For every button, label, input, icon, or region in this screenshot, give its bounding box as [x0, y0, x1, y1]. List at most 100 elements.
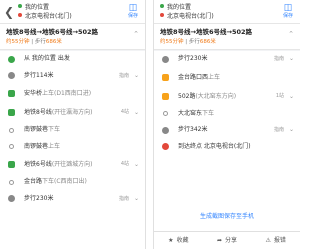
- route-summary[interactable]: 地铁8号线→地铁6号线→502路 约55分钟 | 步行686米 ⌃: [0, 24, 145, 50]
- step-subtext: (开往瀛海方向): [51, 109, 93, 116]
- route-to: 北京电视台(北门): [167, 13, 214, 20]
- step-tag: 指南: [118, 72, 129, 79]
- report-button[interactable]: ⚠ 报错: [251, 232, 300, 249]
- step-list: 从 我的位置 出发 步行114米 指南 ⌄ 安华桥上车(D1西南口进) 地铁8号线(开往瀛…: [0, 51, 145, 249]
- step-text: 大北窑东: [178, 109, 203, 117]
- step-text: 金台路口西: [178, 73, 209, 81]
- step-subtext: 上车: [208, 73, 221, 81]
- step-text: 步行230米: [178, 55, 208, 62]
- walk-node-icon: [162, 126, 169, 134]
- route-step: 大北窑东下车: [154, 106, 300, 123]
- start-dot-icon: [160, 4, 164, 8]
- step-tag: 4站: [120, 161, 129, 167]
- route-from: 我的位置: [25, 4, 50, 11]
- step-text: 地铁6号线: [24, 161, 52, 168]
- expand-arrow-icon[interactable]: ⌃: [288, 30, 294, 38]
- chevron-down-icon[interactable]: ⌄: [134, 155, 139, 174]
- start-dot-icon: [18, 4, 22, 8]
- route-step[interactable]: 步行114米 指南 ⌄: [0, 68, 145, 85]
- chevron-down-icon[interactable]: ⌄: [289, 87, 294, 106]
- route-step[interactable]: 地铁8号线(开往瀛海方向) 4站 ⌄: [0, 103, 145, 122]
- route-step: 到达终点 北京电视台(北门): [154, 139, 300, 156]
- end-node-icon: [162, 143, 169, 151]
- step-subtext: 上车(D1西南口进): [42, 90, 92, 97]
- route-meta: 约55分钟 | 步行686米: [6, 39, 62, 45]
- route-step: 金台路口西上车: [154, 68, 300, 87]
- step-text: 南锣鼓巷: [24, 126, 49, 133]
- route-step: 金台路下车(C西南口出): [0, 174, 145, 191]
- expand-arrow-icon[interactable]: ⌃: [133, 30, 139, 38]
- step-subtext: 下车(C西南口出): [42, 178, 87, 185]
- share-button[interactable]: ➦ 分享: [203, 232, 252, 249]
- route-title: 地铁8号线→地铁6号线→502路: [160, 28, 253, 36]
- subway-node-icon: [8, 161, 15, 168]
- chevron-down-icon[interactable]: ⌄: [289, 122, 294, 139]
- route-step[interactable]: 502路(大北窑东方向) 1站 ⌄: [154, 87, 300, 106]
- route-meta: 约55分钟 | 步行686米: [160, 39, 216, 45]
- route-panel-right: ❮ 我的位置 北京电视台(北门) ◫ 保存 地铁8号线→地铁6号线→502路 约…: [153, 0, 300, 249]
- route-endpoints: 我的位置 北京电视台(北门): [18, 3, 72, 21]
- step-text: 从 我的位置 出发: [24, 55, 70, 62]
- route-summary[interactable]: 地铁8号线→地铁6号线→502路 约55分钟 | 步行686米 ⌃: [154, 24, 300, 50]
- step-text: 步行342米: [178, 126, 208, 133]
- route-step[interactable]: 步行342米 指南 ⌄: [154, 122, 300, 139]
- route-step: 从 我的位置 出发: [0, 51, 145, 68]
- save-button[interactable]: ◫ 保存: [280, 3, 296, 20]
- step-text: 步行230米: [24, 194, 54, 202]
- stop-node-icon: [9, 144, 14, 150]
- chevron-down-icon[interactable]: ⌄: [134, 103, 139, 122]
- route-step[interactable]: 步行230米 指南 ⌄: [0, 191, 145, 208]
- save-icon: ◫: [283, 3, 293, 13]
- bottom-bar: ★ 收藏 ➦ 分享 ⚠ 报错: [154, 231, 300, 249]
- chevron-down-icon[interactable]: ⌄: [289, 51, 294, 68]
- route-step: 南锣鼓巷上车: [0, 139, 145, 156]
- save-icon: ◫: [128, 3, 138, 13]
- start-node-icon: [8, 55, 15, 63]
- chevron-down-icon[interactable]: ⌄: [134, 68, 139, 85]
- bus-node-icon: [162, 92, 169, 100]
- step-tag: 4站: [120, 109, 129, 115]
- step-text: 金台路: [24, 178, 43, 185]
- subway-node-icon: [8, 109, 15, 116]
- route-step: 安华桥上车(D1西南口进): [0, 84, 145, 103]
- step-tag: 指南: [273, 127, 284, 133]
- step-text: 南锣鼓巷: [24, 142, 49, 150]
- generate-screenshot-button[interactable]: 生成截图保存至手机: [154, 210, 300, 224]
- route-endpoints: 我的位置 北京电视台(北门): [160, 3, 214, 21]
- step-subtext: (开往潞城方向): [51, 161, 93, 168]
- route-header: ❮ 我的位置 北京电视台(北门) ◫ 保存: [0, 0, 145, 24]
- step-subtext: (大北窑东方向): [195, 92, 237, 100]
- walk-node-icon: [8, 72, 15, 80]
- route-to: 北京电视台(北门): [25, 13, 72, 20]
- collect-button[interactable]: ★ 收藏: [154, 232, 203, 249]
- route-step[interactable]: 地铁6号线(开往潞城方向) 4站 ⌄: [0, 155, 145, 174]
- chevron-down-icon[interactable]: ⌄: [134, 191, 139, 208]
- step-tag: 1站: [275, 92, 284, 99]
- star-icon: ★: [168, 237, 174, 244]
- back-icon[interactable]: ❮: [4, 5, 16, 19]
- route-from: 我的位置: [167, 4, 192, 11]
- step-tag: 指南: [273, 56, 284, 62]
- step-subtext: 上车: [48, 142, 61, 150]
- stop-node-icon: [163, 111, 168, 117]
- stop-node-icon: [9, 179, 14, 185]
- step-text: 步行114米: [24, 71, 54, 79]
- end-dot-icon: [160, 13, 164, 17]
- walk-node-icon: [162, 55, 169, 63]
- save-button[interactable]: ◫ 保存: [125, 3, 141, 20]
- step-tag: 指南: [118, 195, 129, 202]
- route-header: ❮ 我的位置 北京电视台(北门) ◫ 保存: [154, 0, 300, 24]
- report-icon: ⚠: [265, 237, 271, 244]
- route-step[interactable]: 步行230米 指南 ⌄: [154, 51, 300, 68]
- end-dot-icon: [18, 13, 22, 17]
- step-text: 到达终点 北京电视台(北门): [178, 142, 251, 150]
- step-text: 502路: [178, 92, 196, 100]
- route-title: 地铁8号线→地铁6号线→502路: [6, 28, 99, 36]
- step-subtext: 下车: [202, 109, 215, 117]
- step-text: 安华桥: [24, 90, 43, 97]
- route-step: 南锣鼓巷下车: [0, 122, 145, 139]
- step-subtext: 下车: [48, 126, 61, 133]
- share-icon: ➦: [216, 237, 223, 244]
- step-text: 地铁8号线: [24, 109, 52, 116]
- route-panel-left: ❮ 我的位置 北京电视台(北门) ◫ 保存 地铁8号线→地铁6号线→502路 约…: [0, 0, 146, 249]
